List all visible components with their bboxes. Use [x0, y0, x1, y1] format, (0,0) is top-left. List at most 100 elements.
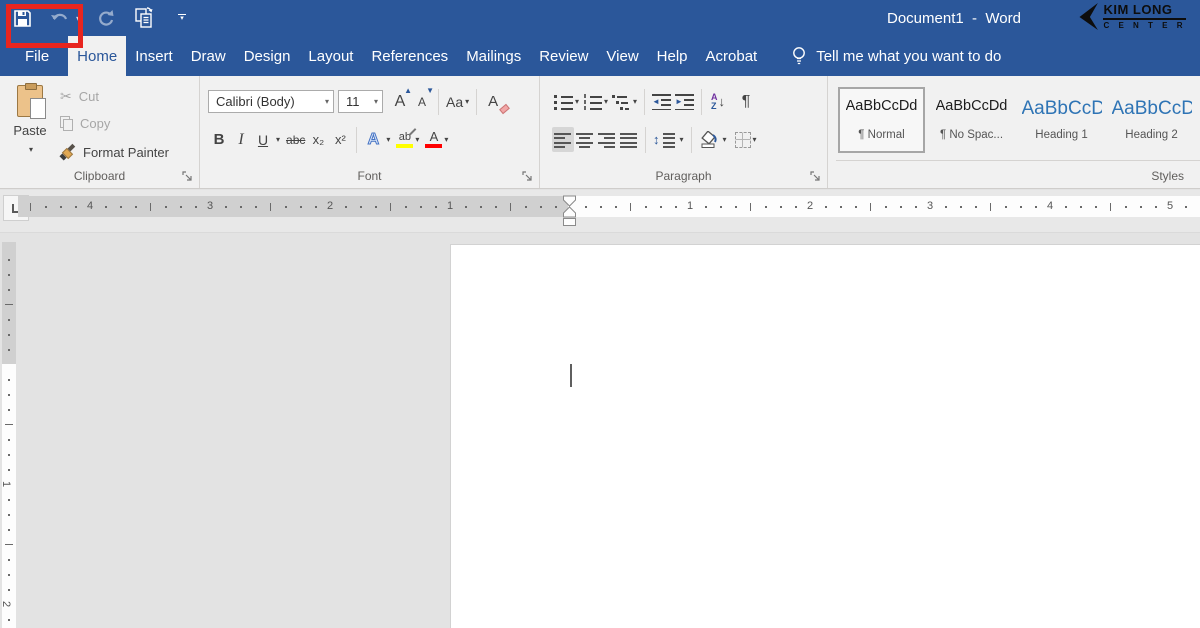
- tab-acrobat[interactable]: Acrobat: [697, 36, 767, 76]
- format-painter-button[interactable]: Format Painter: [60, 144, 169, 160]
- align-right-button[interactable]: [596, 127, 618, 152]
- hanging-indent-marker: [564, 207, 576, 217]
- first-line-indent-marker: [564, 196, 576, 206]
- underline-button[interactable]: U: [252, 127, 274, 152]
- ruler-tick: [8, 379, 10, 381]
- style-heading2[interactable]: AaBbCcDd Heading 2: [1108, 87, 1195, 153]
- line-spacing-button[interactable]: ↕ ▾: [651, 127, 686, 152]
- strikethrough-button[interactable]: abc: [284, 127, 307, 152]
- customize-qat-arrow-icon: ▾: [180, 16, 184, 22]
- font-color-button[interactable]: A: [425, 127, 442, 152]
- ruler-tick: [45, 206, 47, 208]
- redo-button[interactable]: [94, 6, 118, 30]
- increase-indent-icon: [675, 93, 694, 110]
- subscript-button[interactable]: x₂: [307, 127, 329, 152]
- font-color-arrow-icon[interactable]: ▾: [444, 135, 448, 144]
- align-center-button[interactable]: [574, 127, 596, 152]
- show-hide-pilcrow-button[interactable]: ¶: [735, 89, 757, 114]
- tab-references[interactable]: References: [362, 36, 457, 76]
- highlight-arrow-icon[interactable]: ▾: [415, 135, 419, 144]
- horizontal-ruler[interactable]: 432112345: [18, 196, 1200, 217]
- style-normal-name: ¶ Normal: [858, 129, 904, 141]
- undo-dropdown-arrow-icon[interactable]: ▾: [76, 14, 80, 23]
- sort-down-arrow-icon: ↓: [719, 94, 726, 109]
- save-button[interactable]: [10, 6, 34, 30]
- copy-ribbon-button[interactable]: Copy: [60, 116, 110, 131]
- grow-font-button[interactable]: A▲: [389, 89, 411, 114]
- bullets-button[interactable]: ▾: [552, 89, 581, 114]
- font-group: Calibri (Body) ▾ 11 ▾ A▲ A▼ Aa▾ A B I U …: [200, 76, 540, 188]
- tab-draw[interactable]: Draw: [182, 36, 235, 76]
- numbering-button[interactable]: ▾: [581, 89, 610, 114]
- align-left-button[interactable]: [552, 127, 574, 152]
- tab-mailings[interactable]: Mailings: [457, 36, 530, 76]
- ruler-tick: [8, 499, 10, 501]
- style-heading1[interactable]: AaBbCcDd Heading 1: [1018, 87, 1105, 153]
- increase-indent-button[interactable]: [673, 89, 696, 114]
- italic-button[interactable]: I: [230, 127, 252, 152]
- tab-layout[interactable]: Layout: [299, 36, 362, 76]
- superscript-button[interactable]: x²: [329, 127, 351, 152]
- ruler-tick: [255, 206, 257, 208]
- tab-home[interactable]: Home: [68, 36, 126, 76]
- ruler-tick: [615, 206, 617, 208]
- tab-view[interactable]: View: [597, 36, 647, 76]
- font-name-dropdown-arrow-icon[interactable]: ▾: [321, 97, 329, 106]
- ruler-number: 5: [1167, 200, 1173, 212]
- highlight-button[interactable]: ab: [396, 127, 413, 152]
- vertical-ruler[interactable]: 12: [2, 242, 16, 628]
- copy-button[interactable]: [132, 6, 156, 30]
- paste-dropdown-arrow-icon[interactable]: ▾: [29, 145, 33, 154]
- customize-qat-button[interactable]: ▾: [170, 6, 194, 30]
- tab-review[interactable]: Review: [530, 36, 597, 76]
- tab-design[interactable]: Design: [235, 36, 300, 76]
- document-page[interactable]: [450, 244, 1200, 628]
- style-normal[interactable]: AaBbCcDd ¶ Normal: [838, 87, 925, 153]
- font-size-combobox[interactable]: 11 ▾: [338, 90, 383, 113]
- undo-button[interactable]: [48, 6, 72, 30]
- justify-icon: [620, 131, 638, 149]
- ruler-number: 2: [807, 200, 813, 212]
- format-painter-label: Format Painter: [83, 145, 169, 160]
- borders-button[interactable]: ▾: [733, 127, 759, 152]
- paragraph-dialog-launcher[interactable]: [809, 170, 822, 183]
- bold-button[interactable]: B: [208, 127, 230, 152]
- ruler-tick: [465, 206, 467, 208]
- decrease-indent-button[interactable]: [650, 89, 673, 114]
- change-case-button[interactable]: Aa▾: [444, 89, 471, 114]
- font-name-value: Calibri (Body): [216, 94, 295, 109]
- style-no-spacing[interactable]: AaBbCcDd ¶ No Spac...: [928, 87, 1015, 153]
- sort-button[interactable]: AZ ↓: [707, 92, 729, 112]
- clipboard-dialog-launcher[interactable]: [181, 170, 194, 183]
- multilevel-list-icon: [612, 93, 631, 110]
- tab-insert[interactable]: Insert: [126, 36, 182, 76]
- font-size-dropdown-arrow-icon[interactable]: ▾: [370, 97, 378, 106]
- ruler-tick: [1020, 206, 1022, 208]
- indent-markers[interactable]: [562, 195, 577, 227]
- text-effects-button[interactable]: A: [362, 127, 384, 152]
- tell-me-box[interactable]: Tell me what you want to do: [792, 36, 1001, 76]
- ruler-tick: [735, 206, 737, 208]
- shrink-font-button[interactable]: A▼: [411, 89, 433, 114]
- text-effects-arrow-icon[interactable]: ▾: [386, 135, 390, 144]
- font-dialog-launcher[interactable]: [521, 170, 534, 183]
- style-heading1-name: Heading 1: [1035, 129, 1087, 141]
- shading-button[interactable]: ▾: [697, 127, 729, 152]
- ruler-number: 4: [1047, 200, 1053, 212]
- cut-button[interactable]: ✂ Cut: [60, 88, 99, 105]
- ruler-tick: [8, 589, 10, 591]
- underline-arrow-icon[interactable]: ▾: [276, 135, 280, 144]
- ruler-tick: [720, 206, 722, 208]
- styles-gallery-divider: [836, 160, 1200, 161]
- tab-file[interactable]: File: [8, 36, 66, 76]
- ruler-half-tick: [510, 203, 511, 211]
- ruler-tick: [315, 206, 317, 208]
- style-heading2-preview: AaBbCcDd: [1112, 98, 1192, 124]
- tab-help[interactable]: Help: [648, 36, 697, 76]
- paste-button[interactable]: Paste ▾: [5, 80, 55, 174]
- multilevel-list-button[interactable]: ▾: [610, 89, 639, 114]
- clear-formatting-button[interactable]: A: [482, 89, 504, 114]
- ruler-tick: [8, 454, 10, 456]
- font-name-combobox[interactable]: Calibri (Body) ▾: [208, 90, 334, 113]
- justify-button[interactable]: [618, 127, 640, 152]
